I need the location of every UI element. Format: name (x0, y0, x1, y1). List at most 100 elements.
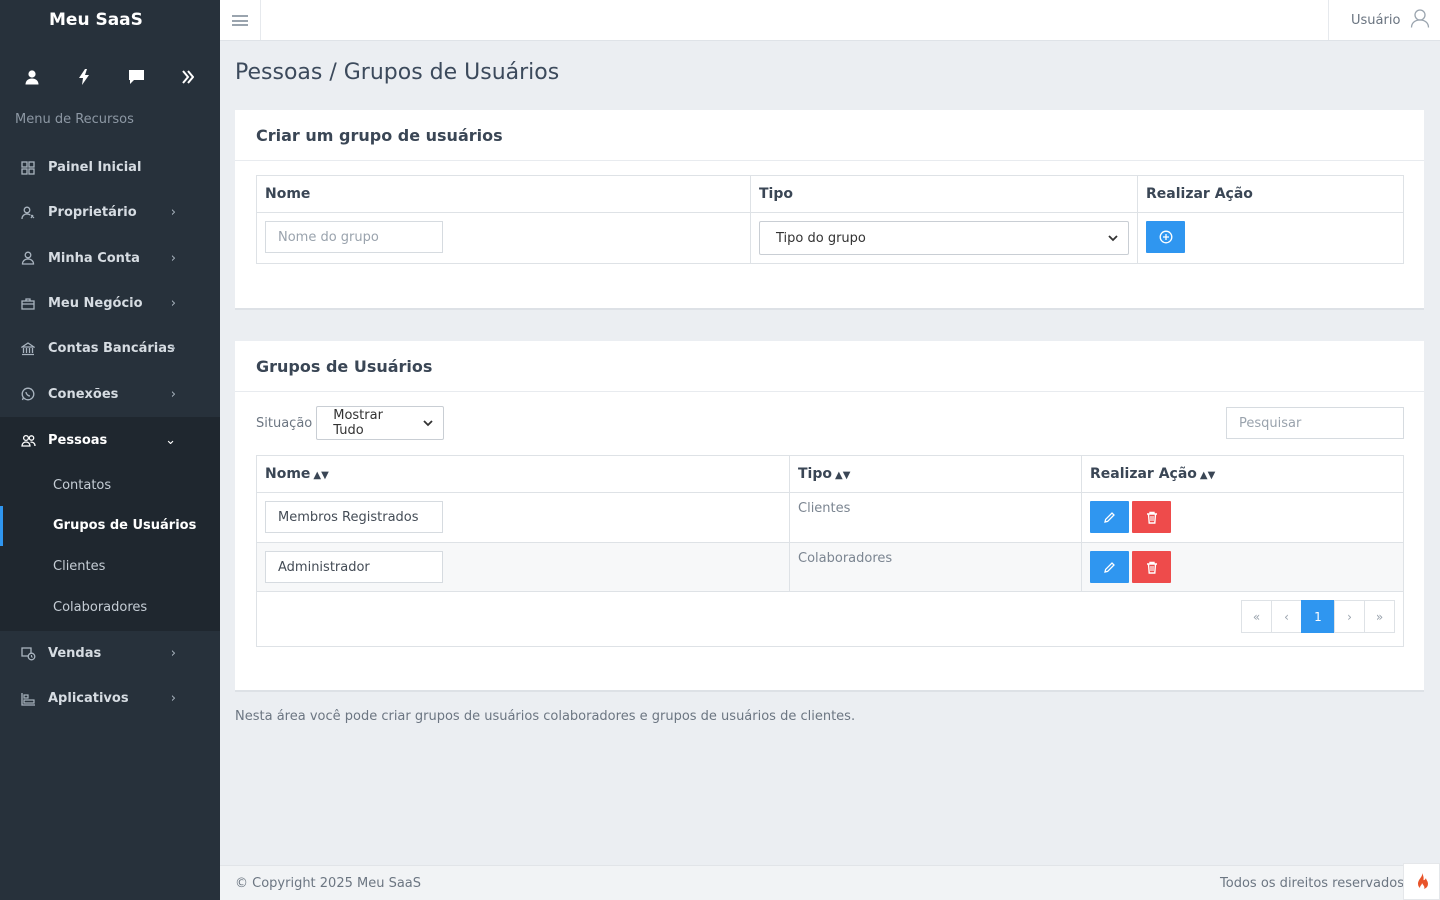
trash-icon (1146, 511, 1157, 524)
sidebar-item-label: Painel Inicial (48, 160, 142, 176)
sidebar-item-conexoes[interactable]: Conexões › (0, 371, 220, 416)
create-group-card-title: Criar um grupo de usuários (235, 110, 1424, 161)
whatsapp-icon (20, 387, 36, 401)
bank-icon (20, 342, 36, 356)
sidebar-item-label: Pessoas (48, 433, 108, 449)
pagination-last[interactable]: » (1364, 600, 1395, 633)
sidebar-item-label: Contas Bancárias (48, 341, 175, 357)
topbar: Usuário (220, 0, 1440, 41)
edit-button[interactable] (1090, 501, 1129, 533)
double-chevron-right-icon[interactable] (168, 69, 208, 90)
col-header-name-label: Nome (265, 466, 311, 482)
group-type-cell: Colaboradores (789, 542, 1082, 592)
chevron-down-icon (423, 417, 433, 430)
search-input[interactable]: Pesquisar (1226, 407, 1404, 439)
filter-label: Situação (256, 415, 313, 431)
apps-icon (20, 692, 36, 706)
sidebar-menu-lower: Vendas › Aplicativos › (0, 631, 220, 722)
pencil-icon (1104, 511, 1115, 523)
dashboard-icon (20, 160, 36, 175)
sidebar-subitem-grupos-de-usuarios[interactable]: Grupos de Usuários (0, 505, 220, 547)
sidebar-quickbar (0, 40, 220, 118)
chevron-right-icon: › (170, 691, 176, 707)
create-group-card: Criar um grupo de usuários Nome Tipo Rea… (235, 110, 1424, 310)
status-filter-value: Mostrar Tudo (333, 408, 383, 438)
user-icon[interactable] (12, 69, 52, 90)
delete-button[interactable] (1132, 551, 1171, 583)
group-name-field[interactable]: Administrador (265, 551, 443, 583)
groups-list-card: Grupos de Usuários Situação Mostrar Tudo… (235, 341, 1424, 692)
create-col-action: Realizar Ação (1137, 175, 1404, 213)
col-header-action[interactable]: Realizar Ação ▲▼ (1081, 455, 1404, 493)
chevron-right-icon: › (170, 205, 176, 221)
plus-circle-icon (1159, 230, 1172, 244)
footer-rights: Todos os direitos reservados (1220, 875, 1404, 891)
chevron-down-icon: ⌄ (165, 433, 176, 449)
table-row: Administrador Colaboradores (256, 542, 1404, 592)
add-group-button[interactable] (1146, 221, 1185, 253)
bolt-icon[interactable] (64, 68, 104, 90)
sidebar-subitem-contatos[interactable]: Contatos (0, 465, 220, 506)
col-header-type-label: Tipo (798, 466, 832, 482)
sidebar-subitem-clientes[interactable]: Clientes (0, 546, 220, 587)
sort-icon: ▲▼ (835, 470, 851, 481)
groups-table: Nome ▲▼ Tipo ▲▼ Realizar Ação ▲▼ Membros Re (256, 455, 1404, 592)
sales-icon (20, 646, 36, 661)
group-type-select[interactable]: Tipo do grupo (759, 221, 1129, 255)
col-header-action-label: Realizar Ação (1090, 466, 1197, 482)
sidebar-item-pessoas[interactable]: Pessoas ⌄ (0, 416, 220, 465)
owner-icon (20, 206, 36, 220)
user-avatar-icon (1410, 8, 1430, 32)
sidebar-item-meu-negocio[interactable]: Meu Negócio › (0, 281, 220, 326)
sidebar-item-painel-inicial[interactable]: Painel Inicial (0, 145, 220, 190)
chevron-right-icon: › (170, 386, 176, 402)
groups-toolbar: Situação Mostrar Tudo Pesquisar (256, 406, 1404, 440)
pagination-next[interactable]: › (1334, 600, 1365, 633)
pagination-first[interactable]: « (1241, 600, 1272, 633)
sidebar-item-label: Meu Negócio (48, 296, 143, 312)
groups-card-title: Grupos de Usuários (235, 341, 1424, 392)
user-name: Usuário (1351, 12, 1401, 28)
fire-icon[interactable] (1403, 863, 1440, 900)
trash-icon (1146, 561, 1157, 574)
col-header-type[interactable]: Tipo ▲▼ (789, 455, 1082, 493)
people-icon (20, 434, 36, 448)
create-group-table: Nome Tipo Realizar Ação Nome do grupo Ti… (256, 175, 1404, 264)
table-row: Membros Registrados Clientes (256, 492, 1404, 543)
chevron-right-icon: › (170, 250, 176, 266)
group-type-cell: Clientes (789, 492, 1082, 543)
sidebar-item-label: Aplicativos (48, 691, 129, 707)
chat-icon[interactable] (116, 69, 156, 90)
footer-copyright: © Copyright 2025 Meu SaaS (235, 875, 422, 891)
sidebar-item-proprietario[interactable]: Proprietário › (0, 190, 220, 235)
sidebar-item-vendas[interactable]: Vendas › (0, 631, 220, 676)
sidebar-item-label: Proprietário (48, 205, 137, 221)
create-col-type: Tipo (750, 175, 1138, 213)
help-note: Nesta área você pode criar grupos de usu… (235, 709, 856, 724)
menu-title: Menu de Recursos (15, 112, 134, 127)
chevron-right-icon: › (170, 646, 176, 662)
sidebar-toggle-button[interactable] (220, 0, 261, 40)
status-filter-select[interactable]: Mostrar Tudo (316, 406, 445, 440)
col-header-name[interactable]: Nome ▲▼ (256, 455, 790, 493)
group-name-field[interactable]: Membros Registrados (265, 501, 443, 533)
user-menu[interactable]: Usuário (1328, 0, 1440, 40)
sidebar-item-aplicativos[interactable]: Aplicativos › (0, 676, 220, 721)
sidebar-subitem-colaboradores[interactable]: Colaboradores (0, 587, 220, 628)
chevron-right-icon: › (170, 296, 176, 312)
sort-icon: ▲▼ (1199, 470, 1216, 481)
page-title: Pessoas / Grupos de Usuários (235, 60, 560, 85)
sidebar-submenu-pessoas: Contatos Grupos de Usuários Clientes Col… (0, 464, 220, 631)
edit-button[interactable] (1090, 551, 1129, 583)
group-name-input[interactable]: Nome do grupo (265, 221, 443, 253)
brand-logo[interactable]: Meu SaaS (0, 0, 220, 40)
create-col-name: Nome (256, 175, 751, 213)
sidebar-item-contas-bancarias[interactable]: Contas Bancárias › (0, 326, 220, 371)
chevron-down-icon (1108, 232, 1118, 245)
sidebar-item-minha-conta[interactable]: Minha Conta › (0, 236, 220, 281)
delete-button[interactable] (1132, 501, 1171, 533)
sort-icon: ▲▼ (313, 470, 329, 481)
pagination-prev[interactable]: ‹ (1271, 600, 1302, 633)
sidebar-item-label: Minha Conta (48, 250, 140, 266)
pagination-page-current[interactable]: 1 (1301, 600, 1335, 633)
